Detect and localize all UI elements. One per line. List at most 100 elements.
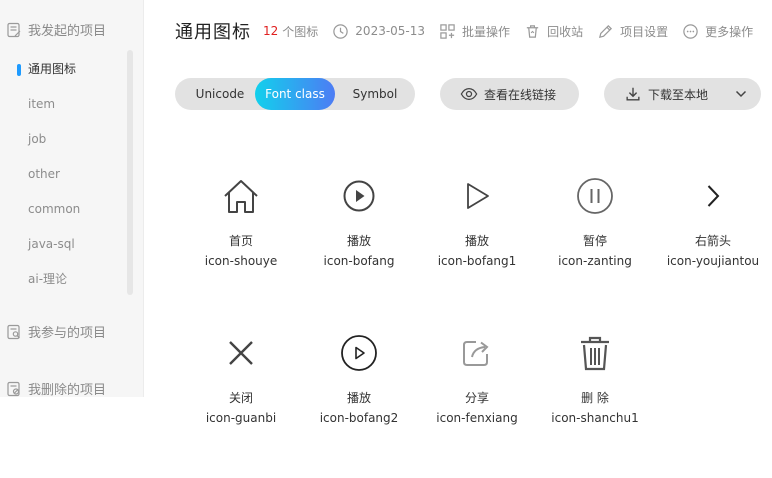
more-operations-button[interactable]: 更多操作 (682, 23, 753, 40)
icon-name: 播放 (346, 234, 371, 248)
sidebar-item-java-sql[interactable]: java-sql (0, 227, 136, 262)
home-icon (224, 180, 258, 213)
batch-icon (440, 23, 455, 39)
pause-circle-icon (577, 178, 613, 214)
my-projects-header[interactable]: 我发起的项目 (6, 20, 106, 39)
icon-name: 播放 (346, 391, 371, 405)
icon-card-guanbi[interactable]: 关闭 icon-guanbi (182, 333, 300, 443)
batch-operation-button[interactable]: 批量操作 (439, 23, 510, 40)
sidebar-item-general-icons[interactable]: 通用图标 (0, 52, 136, 87)
tab-unicode[interactable]: Unicode (181, 78, 259, 110)
icon-preview (536, 333, 654, 373)
sidebar: 我发起的项目 通用图标 item job other common java-s… (0, 0, 144, 398)
chevron-down-icon[interactable] (734, 87, 748, 101)
icon-card-bofang2[interactable]: 播放 icon-bofang2 (300, 333, 418, 443)
icon-class: icon-youjiantou (666, 254, 760, 268)
icon-card-shouye[interactable]: 首页 icon-shouye (182, 176, 300, 286)
more-icon (683, 23, 698, 39)
icon-name: 播放 (464, 234, 489, 248)
icon-class: icon-shanchu1 (551, 411, 639, 425)
project-list: 通用图标 item job other common java-sql ai-理… (0, 52, 136, 297)
share-icon (463, 341, 489, 366)
icon-class: icon-fenxiang (436, 411, 518, 425)
icon-preview (182, 333, 300, 373)
icon-name: 右箭头 (694, 234, 731, 248)
close-icon (229, 341, 253, 365)
format-tabs: Unicode Font class Symbol (175, 78, 415, 110)
download-button[interactable]: 下载至本地 (604, 78, 761, 110)
icon-name: 删 除 (581, 391, 609, 405)
sidebar-item-label: item (28, 97, 56, 111)
icon-preview (536, 176, 654, 216)
icon-preview (418, 176, 536, 216)
icon-card-bofang1[interactable]: 播放 icon-bofang1 (418, 176, 536, 286)
icon-class: icon-bofang1 (437, 254, 517, 268)
icon-class: icon-zanting (558, 254, 632, 268)
deleted-projects-header[interactable]: 我删除的项目 (6, 379, 106, 398)
play-circle-icon (343, 180, 375, 212)
icon-preview (418, 333, 536, 373)
eye-icon (460, 87, 478, 101)
sidebar-item-job[interactable]: job (0, 122, 136, 157)
icon-preview (300, 333, 418, 373)
download-icon (626, 87, 640, 101)
sidebar-item-other[interactable]: other (0, 157, 136, 192)
batch-label: 批量操作 (462, 24, 511, 39)
project-search-icon (7, 324, 20, 339)
deleted-projects-label: 我删除的项目 (28, 383, 107, 398)
icon-preview (654, 176, 772, 216)
icon-count: 12 (263, 24, 279, 38)
chevron-right-icon (707, 185, 720, 207)
recycle-bin-icon (526, 24, 539, 38)
tab-symbol[interactable]: Symbol (337, 78, 413, 110)
sidebar-item-ai-theory[interactable]: ai-理论 (0, 262, 136, 297)
trash-icon (581, 336, 609, 371)
icon-class: icon-shouye (204, 254, 278, 268)
recycle-label: 回收站 (547, 24, 584, 39)
tab-font-class[interactable]: Font class (255, 78, 335, 110)
sidebar-item-label: java-sql (28, 237, 75, 251)
play-triangle-icon (467, 183, 489, 209)
sidebar-item-label: job (28, 132, 47, 146)
icon-card-shanchu1[interactable]: 删 除 icon-shanchu1 (536, 333, 654, 443)
sidebar-item-label: ai-理论 (28, 272, 68, 286)
header-bar: 通用图标 12 个图标 2023-05-13 批量操作 回收站 项目设置 更多操… (175, 18, 753, 44)
icon-class: icon-bofang (323, 254, 395, 268)
icon-name: 暂停 (582, 234, 607, 248)
icon-name: 分享 (464, 391, 489, 405)
clock-icon (333, 23, 349, 39)
icon-preview (300, 176, 418, 216)
icon-preview (182, 176, 300, 216)
project-deleted-icon (7, 381, 20, 396)
sidebar-item-item[interactable]: item (0, 87, 136, 122)
icon-count-label: 个图标 (282, 24, 319, 39)
icon-class: icon-guanbi (205, 411, 277, 425)
sidebar-item-label: 通用图标 (28, 62, 77, 76)
joined-projects-header[interactable]: 我参与的项目 (6, 322, 106, 341)
my-projects-label: 我发起的项目 (28, 24, 107, 39)
icon-card-youjiantou[interactable]: 右箭头 icon-youjiantou (654, 176, 772, 286)
joined-projects-label: 我参与的项目 (28, 326, 107, 341)
active-marker (17, 64, 21, 76)
icon-card-bofang[interactable]: 播放 icon-bofang (300, 176, 418, 286)
sidebar-item-label: common (28, 202, 81, 216)
sidebar-item-common[interactable]: common (0, 192, 136, 227)
icon-card-zanting[interactable]: 暂停 icon-zanting (536, 176, 654, 286)
icon-name: 关闭 (228, 391, 253, 405)
play-circle-icon (341, 335, 377, 371)
updated-date: 2023-05-13 (332, 23, 425, 40)
project-doc-icon (7, 22, 21, 37)
view-link-label: 查看在线链接 (484, 87, 557, 102)
recycle-bin-button[interactable]: 回收站 (524, 23, 583, 40)
date-label: 2023-05-13 (355, 24, 426, 38)
icon-name: 首页 (228, 234, 253, 248)
icon-class: icon-bofang2 (319, 411, 399, 425)
sidebar-item-label: other (28, 167, 60, 181)
page-title: 通用图标 (175, 22, 251, 43)
project-settings-button[interactable]: 项目设置 (597, 23, 668, 40)
more-label: 更多操作 (705, 24, 754, 39)
icon-card-fenxiang[interactable]: 分享 icon-fenxiang (418, 333, 536, 443)
view-online-link-button[interactable]: 查看在线链接 (440, 78, 579, 110)
download-label: 下载至本地 (648, 87, 709, 102)
edit-icon (599, 24, 613, 38)
